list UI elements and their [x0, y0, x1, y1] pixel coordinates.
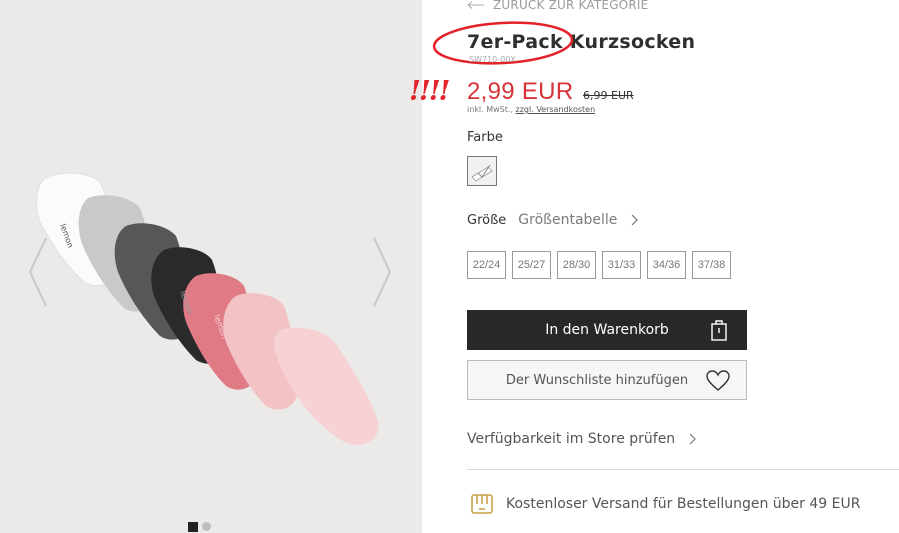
- size-label: Größe: [467, 212, 507, 228]
- gallery-prev-button[interactable]: [22, 232, 52, 312]
- color-swatch[interactable]: [467, 156, 497, 186]
- arrow-left-icon: [467, 1, 484, 9]
- swatch-thumbnail: [468, 157, 496, 185]
- size-option[interactable]: 37/38: [692, 251, 731, 279]
- size-table-link[interactable]: Größentabelle: [518, 212, 617, 228]
- size-option[interactable]: 28/30: [557, 251, 596, 279]
- size-header: Größe Größentabelle: [467, 212, 639, 228]
- add-to-cart-label: In den Warenkorb: [545, 322, 669, 338]
- vat-prefix: inkl. MwSt.,: [467, 105, 513, 114]
- heart-icon: [706, 370, 730, 391]
- size-option[interactable]: 22/24: [467, 251, 506, 279]
- size-option[interactable]: 34/36: [647, 251, 686, 279]
- old-price: 6,99 EUR: [583, 89, 634, 102]
- size-options: 22/24 25/27 28/30 31/33 34/36 37/38: [467, 251, 731, 279]
- product-sku: SW710-00X: [469, 55, 516, 64]
- divider: [467, 469, 899, 470]
- size-option[interactable]: 31/33: [602, 251, 641, 279]
- product-gallery: lemon lemon lemon: [0, 0, 422, 533]
- add-to-cart-button[interactable]: In den Warenkorb: [467, 310, 747, 350]
- back-to-category-link[interactable]: ZURÜCK ZUR KATEGORIE: [467, 0, 648, 12]
- size-option[interactable]: 25/27: [512, 251, 551, 279]
- product-image: lemon lemon lemon: [0, 0, 422, 533]
- chevron-right-icon[interactable]: [631, 214, 639, 226]
- current-price: 2,99 EUR: [467, 78, 574, 105]
- chevron-left-icon: [28, 237, 47, 307]
- add-to-wishlist-button[interactable]: Der Wunschliste hinzufügen: [467, 360, 747, 400]
- annotation-exclamation: !!!!: [409, 76, 450, 107]
- vat-note: inkl. MwSt., zzgl. Versandkosten: [467, 105, 595, 114]
- shipping-costs-link[interactable]: zzgl. Versandkosten: [516, 105, 596, 114]
- store-availability-label: Verfügbarkeit im Store prüfen: [467, 431, 676, 447]
- delivery-box-icon: [471, 494, 493, 514]
- chevron-right-icon: [689, 433, 697, 445]
- gallery-pagination: [188, 522, 211, 532]
- color-label: Farbe: [467, 130, 503, 145]
- back-label: ZURÜCK ZUR KATEGORIE: [493, 0, 649, 12]
- free-shipping-note: Kostenloser Versand für Bestellungen übe…: [470, 492, 860, 516]
- chevron-right-icon: [373, 237, 392, 307]
- shopping-bag-icon: [711, 320, 727, 341]
- gallery-dot-2[interactable]: [202, 522, 211, 531]
- gallery-next-button[interactable]: [368, 232, 398, 312]
- gallery-dot-1[interactable]: [188, 522, 198, 532]
- free-shipping-label: Kostenloser Versand für Bestellungen übe…: [506, 496, 861, 512]
- add-to-wishlist-label: Der Wunschliste hinzufügen: [505, 372, 689, 388]
- store-availability-link[interactable]: Verfügbarkeit im Store prüfen: [467, 431, 697, 447]
